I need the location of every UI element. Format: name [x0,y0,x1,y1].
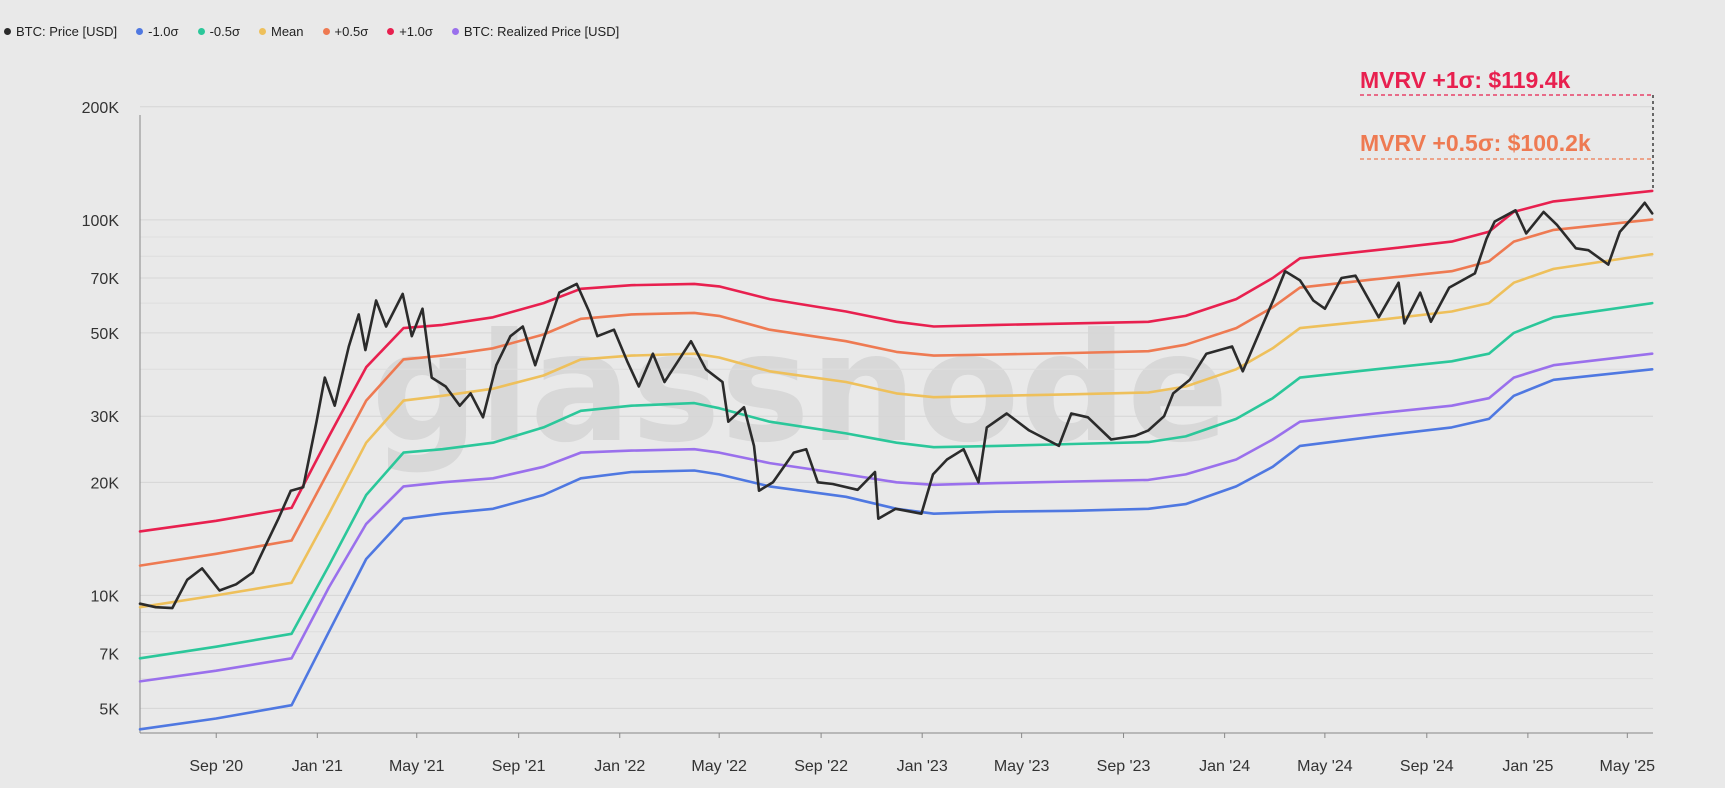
y-tick-label: 5K [99,701,119,718]
x-tick-label: Sep '20 [189,758,243,775]
x-tick-label: Sep '23 [1097,758,1151,775]
annotation-label: MVRV +1σ: $119.4k [1360,67,1571,93]
x-tick-label: Sep '22 [794,758,848,775]
annotations: MVRV +1σ: $119.4k MVRV +0.5σ: $100.2k [1360,67,1654,191]
x-tick-label: Sep '21 [492,758,546,775]
x-tick-label: Jan '25 [1502,758,1553,775]
y-tick-label: 50K [91,326,120,343]
x-tick-label: Sep '24 [1400,758,1454,775]
x-tick-label: Jan '22 [594,758,645,775]
y-tick-label: 200K [82,100,120,117]
y-tick-label: 100K [82,213,120,230]
x-tick-label: May '23 [994,758,1050,775]
x-tick-label: May '24 [1297,758,1353,775]
x-tick-label: Jan '24 [1199,758,1250,775]
y-tick-label: 70K [91,271,120,288]
chart-svg: glassnode 5K7K10K20K30K50K70K100K200K Se… [82,67,1656,775]
annotation-label: MVRV +0.5σ: $100.2k [1360,130,1591,156]
x-tick-label: Jan '23 [897,758,948,775]
y-tick-label: 30K [91,409,120,426]
y-tick-label: 7K [99,647,119,664]
y-tick-label: 20K [91,475,120,492]
y-axis: 5K 7K 10K 20K 30K 50K 70K 100K 200K [82,100,141,733]
y-tick-label: 10K [91,588,120,605]
x-tick-label: Jan '21 [292,758,343,775]
x-tick-label: May '25 [1600,758,1656,775]
x-axis: Sep '20 Jan '21 May '21 Sep '21 Jan '22 May '… [140,732,1656,775]
x-tick-label: May '21 [389,758,445,775]
x-tick-label: May '22 [691,758,747,775]
